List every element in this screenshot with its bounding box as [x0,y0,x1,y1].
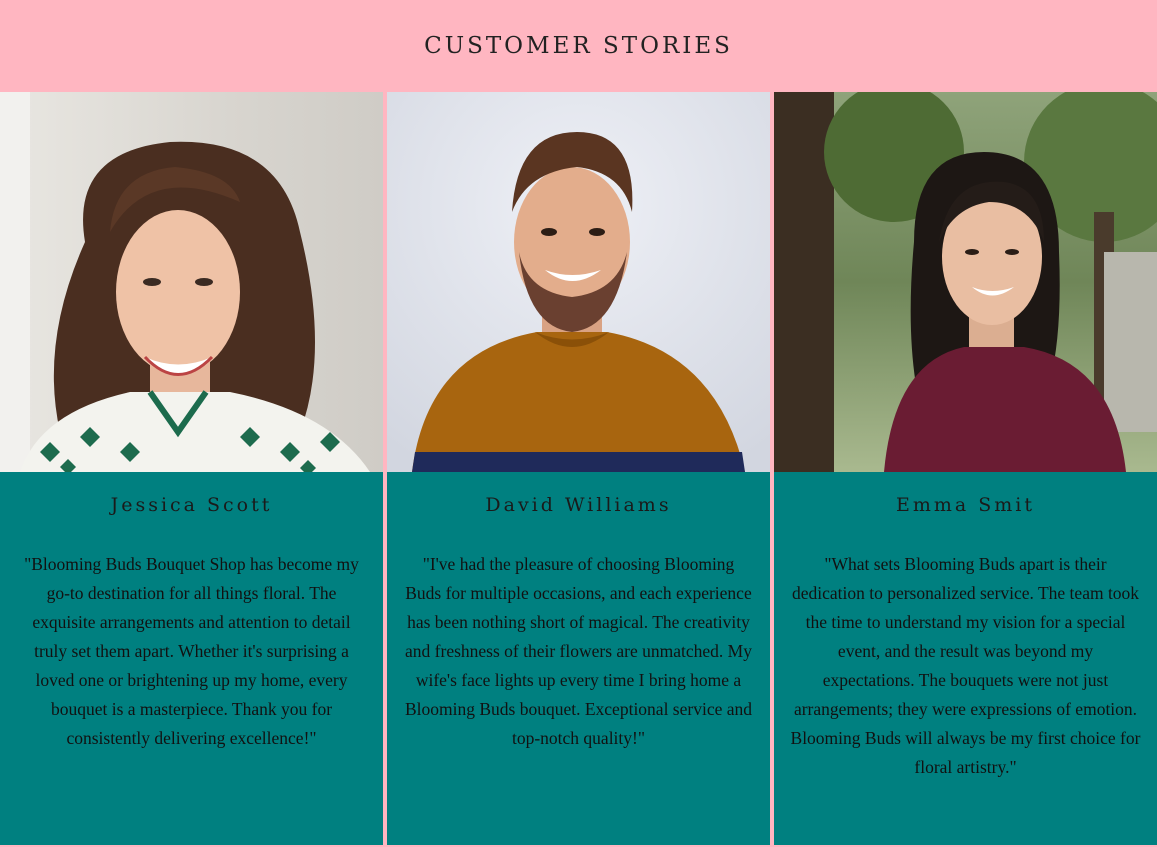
woman-portrait-icon [0,92,383,472]
customer-photo [0,92,383,472]
customer-name: Jessica Scott [110,494,273,516]
section-title: CUSTOMER STORIES [424,33,733,59]
card-body: David Williams "I've had the pleasure of… [387,472,770,845]
card-body: Jessica Scott "Blooming Buds Bouquet Sho… [0,472,383,845]
woman-outdoor-portrait-icon [774,92,1157,472]
customer-quote: "I've had the pleasure of choosing Bloom… [404,554,753,748]
testimonial-card: Jessica Scott "Blooming Buds Bouquet Sho… [0,92,383,845]
customer-name: David Williams [485,494,672,516]
testimonial-cards: Jessica Scott "Blooming Buds Bouquet Sho… [0,92,1157,847]
card-body: Emma Smit "What sets Blooming Buds apart… [774,472,1157,845]
man-portrait-icon [387,92,770,472]
customer-photo [774,92,1157,472]
testimonial-card: David Williams "I've had the pleasure of… [387,92,770,845]
testimonial-card: Emma Smit "What sets Blooming Buds apart… [774,92,1157,845]
customer-name: Emma Smit [895,494,1035,516]
customer-quote: "What sets Blooming Buds apart is their … [790,554,1141,777]
section-header: CUSTOMER STORIES [0,0,1157,92]
customer-photo [387,92,770,472]
customer-quote: "Blooming Buds Bouquet Shop has become m… [24,554,359,748]
customer-stories-page: CUSTOMER STORIES Jessica Scott "Blooming… [0,0,1157,847]
